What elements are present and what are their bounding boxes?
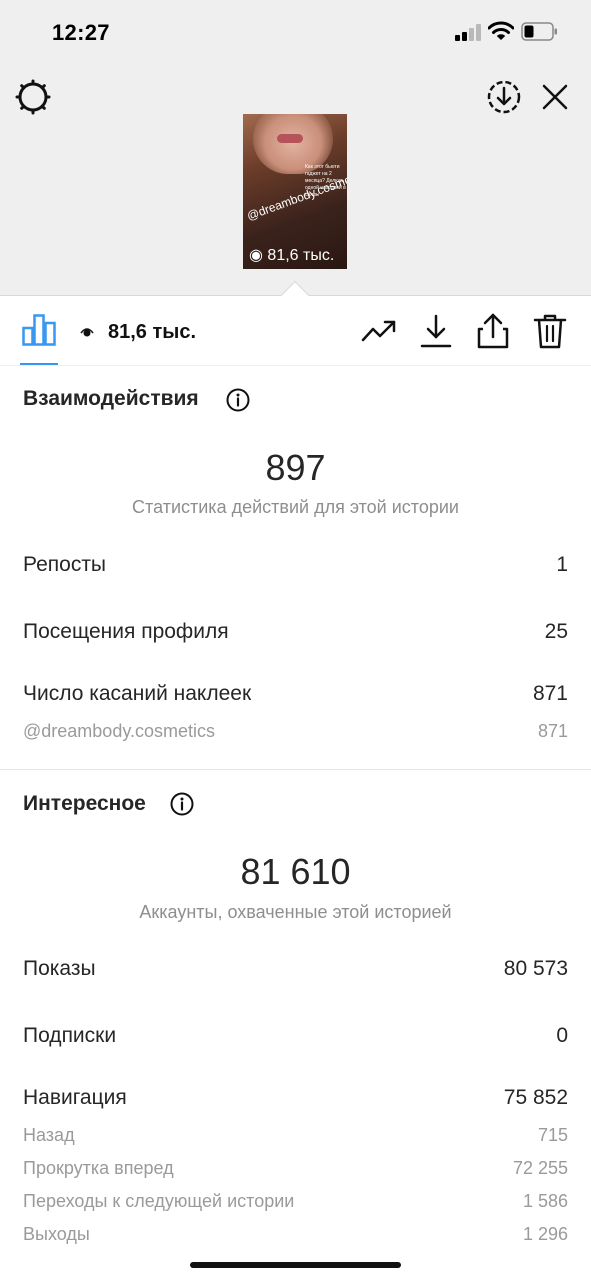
story-views-overlay: ◉ 81,6 тыс.: [249, 245, 334, 265]
impressions-label: Показы: [23, 957, 96, 980]
next-story-label: Переходы к следующей истории: [23, 1191, 295, 1211]
impressions-value: 80 573: [503, 957, 568, 980]
shares-value: 1: [556, 553, 568, 576]
follows-value: 0: [556, 1024, 568, 1047]
profile-visits-label: Посещения профиля: [23, 620, 229, 643]
exits-label: Выходы: [23, 1224, 90, 1244]
sticker-mention-label[interactable]: @dreambody.cosmetics: [23, 721, 215, 742]
sticker-mention-value: 871: [537, 721, 568, 741]
story-views-count: 81,6 тыс.: [267, 247, 335, 264]
eye-icon: [80, 328, 94, 337]
exits-value: 1 296: [522, 1224, 568, 1244]
back-value: 715: [537, 1125, 568, 1145]
sticker-taps-value: 871: [532, 682, 568, 705]
wifi-icon: [488, 21, 514, 40]
profile-visits-value: 25: [544, 620, 568, 643]
views-count: 81,6 тыс.: [108, 321, 197, 343]
insights-toolbar: 81,6 тыс.: [0, 296, 591, 366]
status-time: 12:27: [52, 20, 110, 45]
download-icon[interactable]: [418, 313, 454, 349]
bar-chart-icon[interactable]: [22, 314, 56, 346]
next-story-value: 1 586: [522, 1191, 568, 1211]
eye-icon: ◉: [249, 247, 263, 264]
follows-label: Подписки: [23, 1024, 117, 1047]
reach-total: 81 610: [240, 851, 351, 892]
shares-label: Репосты: [23, 553, 107, 576]
forward-value: 72 255: [512, 1158, 568, 1178]
download-circle-icon[interactable]: [485, 78, 523, 116]
navigation-label: Навигация: [23, 1086, 127, 1109]
interactions-caption: Статистика действий для этой истории: [132, 497, 459, 517]
share-icon[interactable]: [475, 313, 511, 349]
back-label: Назад: [23, 1125, 75, 1145]
forward-label: Прокрутка вперед: [23, 1158, 174, 1178]
interactions-title: Взаимодействия: [23, 387, 199, 410]
interactions-total: 897: [265, 447, 326, 488]
close-icon[interactable]: [539, 81, 571, 113]
signal-icon: [455, 23, 483, 41]
home-indicator[interactable]: [190, 1262, 401, 1268]
gear-icon[interactable]: [14, 78, 52, 116]
story-thumbnail[interactable]: Как этот бьюти гаджет на 2 месяца? Делюс…: [243, 114, 347, 269]
trash-icon[interactable]: [532, 313, 568, 349]
story-photo-detail: [277, 134, 303, 143]
sticker-taps-label: Число касаний наклеек: [23, 682, 252, 705]
reach-caption: Аккаунты, охваченные этой историей: [139, 902, 452, 922]
section-divider: [0, 769, 591, 770]
battery-icon: [521, 22, 557, 41]
discovery-title: Интересное: [23, 792, 146, 815]
info-icon[interactable]: [170, 792, 194, 816]
status-bar: 12:27: [0, 0, 591, 62]
info-icon[interactable]: [226, 388, 250, 412]
story-preview-area: Как этот бьюти гаджет на 2 месяца? Делюс…: [0, 62, 591, 296]
active-tab-indicator: [20, 363, 58, 365]
trending-up-icon[interactable]: [361, 313, 397, 349]
navigation-value: 75 852: [503, 1086, 568, 1109]
